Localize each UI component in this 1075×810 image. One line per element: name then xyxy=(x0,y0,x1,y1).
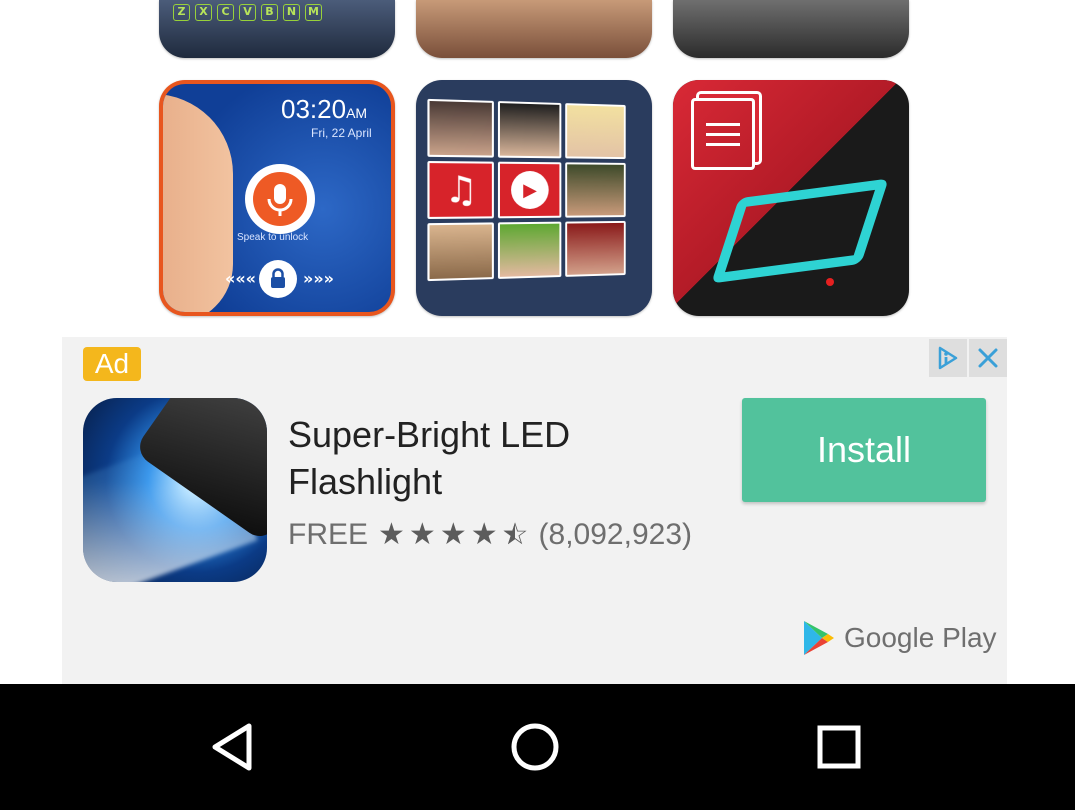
keyboard-keys: Z X C V B N M xyxy=(173,4,322,21)
voice-lock-app-icon[interactable]: 03:20AM Fri, 22 April Speak to unlock ««… xyxy=(159,80,395,316)
ad-banner[interactable]: Ad Super-Bright LED Flashlight FREE ★ ★ … xyxy=(62,337,1007,684)
key-c: C xyxy=(217,4,234,21)
ad-app-title[interactable]: Super-Bright LED Flashlight xyxy=(288,411,688,505)
ad-rating-row: FREE ★ ★ ★ ★ ☆★ (8,092,923) xyxy=(288,517,692,552)
video-play-tile: ▶ xyxy=(497,161,562,219)
close-icon[interactable] xyxy=(969,339,1007,377)
photo-thumbnail xyxy=(427,98,494,158)
google-play-icon xyxy=(804,621,834,655)
microphone-glyph xyxy=(267,184,293,216)
documents-icon xyxy=(691,98,755,170)
key-x: X xyxy=(195,4,212,21)
speak-to-unlock-label: Speak to unlock xyxy=(237,232,309,243)
photo-thumbnail xyxy=(565,162,626,218)
photo-thumbnail xyxy=(565,220,626,277)
right-arrows-icon: »»» xyxy=(303,269,335,288)
photo-thumbnail xyxy=(427,222,494,282)
key-v: V xyxy=(239,4,256,21)
key-z: Z xyxy=(173,4,190,21)
lock-icon xyxy=(259,260,297,298)
lock-time-ampm: AM xyxy=(346,105,368,121)
makeup-app-icon[interactable] xyxy=(416,0,652,58)
back-icon[interactable] xyxy=(205,720,259,774)
microphone-icon xyxy=(245,164,315,234)
key-m: M xyxy=(305,4,322,21)
lock-date: Fri, 22 April xyxy=(311,126,372,140)
google-play-label: Google Play xyxy=(844,622,997,653)
photo-thumbnail xyxy=(497,101,562,159)
star-icon: ★ xyxy=(378,517,405,552)
star-icon: ★ xyxy=(439,517,467,552)
key-b: B xyxy=(261,4,278,21)
install-button[interactable]: Install xyxy=(742,398,986,502)
navigation-bar xyxy=(0,684,1075,810)
rating-stars: ★ ★ ★ ★ ☆★ xyxy=(378,517,529,552)
document-scanner-app-icon[interactable] xyxy=(673,80,909,316)
adchoices-icon[interactable] xyxy=(929,339,967,377)
phone-app-icon[interactable] xyxy=(673,0,909,58)
music-note-icon: ♫ xyxy=(427,160,494,220)
half-star-icon: ☆★ xyxy=(501,517,529,552)
microphone-icon-fill xyxy=(253,172,307,226)
ad-price: FREE xyxy=(288,517,369,551)
photo-thumbnail xyxy=(565,103,626,160)
home-icon[interactable] xyxy=(508,720,562,774)
key-n: N xyxy=(283,4,300,21)
keyboard-app-icon[interactable]: Z X C V B N M xyxy=(159,0,395,58)
star-icon: ★ xyxy=(408,517,436,552)
photo-thumbnail xyxy=(497,221,562,279)
google-play-logo: Google Play xyxy=(802,619,997,657)
recents-icon[interactable] xyxy=(812,720,866,774)
star-icon: ★ xyxy=(470,517,498,552)
face-profile xyxy=(163,94,233,312)
voice-lock-screen: 03:20AM Fri, 22 April Speak to unlock ««… xyxy=(163,84,391,312)
lock-time: 03:20AM xyxy=(281,94,367,125)
play-icon: ▶ xyxy=(511,170,549,210)
photo-grid: ♫ ▶ xyxy=(427,98,626,282)
photo-collage-app-icon[interactable]: ♫ ▶ xyxy=(416,80,652,316)
ad-review-count: (8,092,923) xyxy=(538,517,692,551)
flashlight-app-icon[interactable] xyxy=(83,398,267,582)
lock-time-value: 03:20 xyxy=(281,94,347,124)
screen: Z X C V B N M 03:20AM Fri, 22 April Spea… xyxy=(0,0,1075,810)
scanner-light-indicator xyxy=(826,278,834,286)
left-arrows-icon: ««« xyxy=(225,269,257,288)
ad-badge: Ad xyxy=(83,347,141,381)
